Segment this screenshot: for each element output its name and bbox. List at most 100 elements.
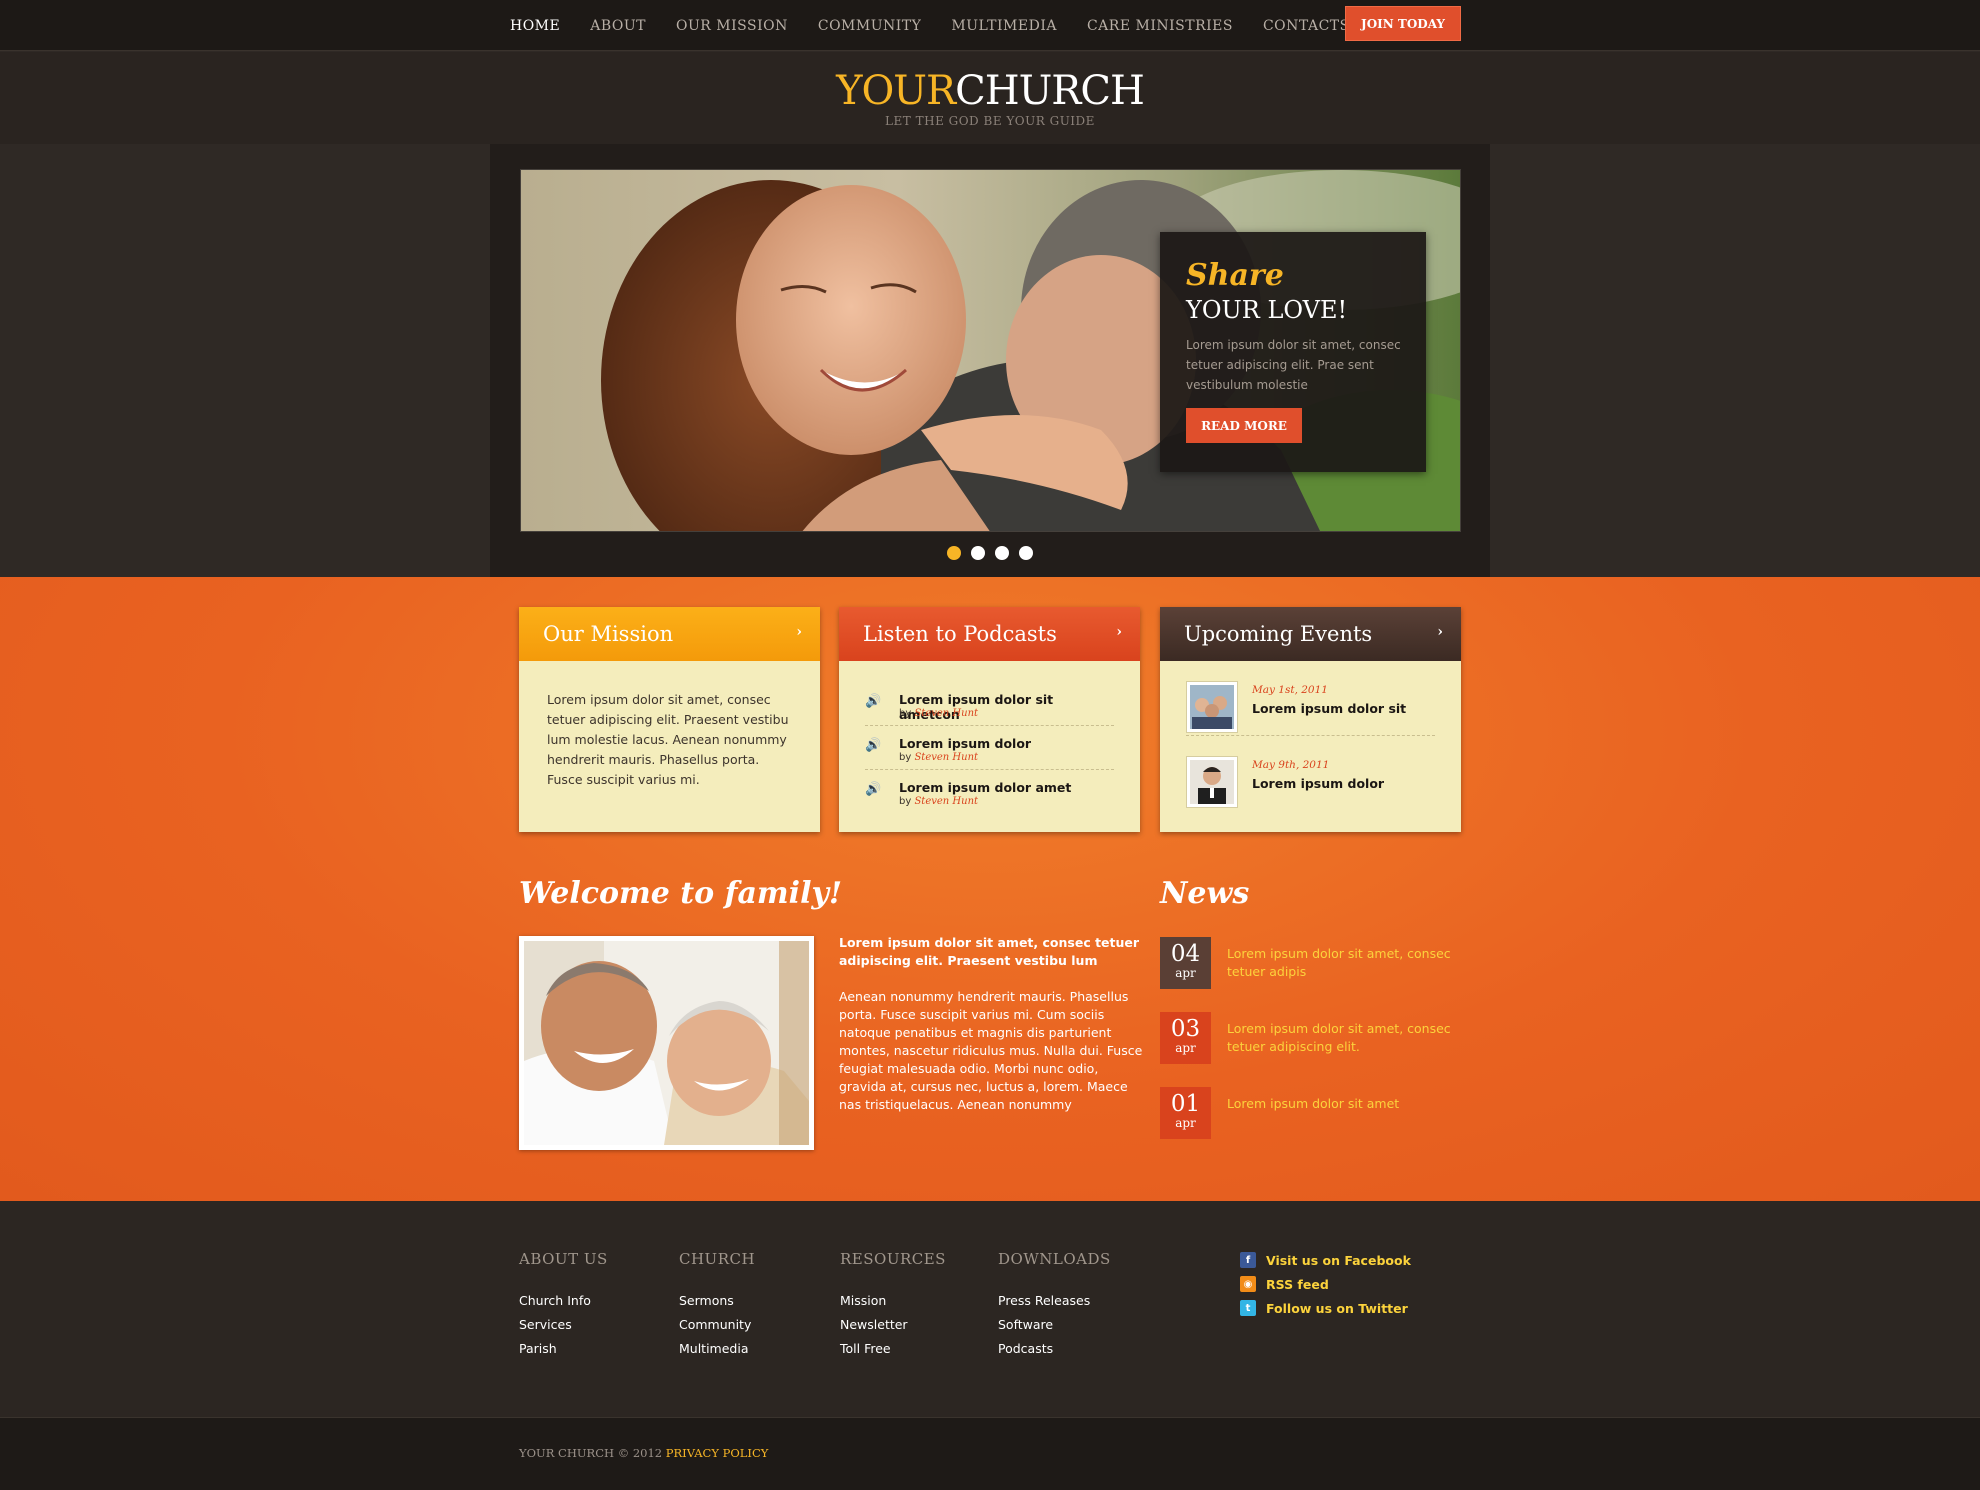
chevron-right-icon: ›	[796, 624, 802, 640]
our-mission-title: Our Mission	[543, 622, 674, 646]
footer-link[interactable]: Parish	[519, 1337, 608, 1361]
footer-link[interactable]: Podcasts	[998, 1337, 1111, 1361]
speaker-icon: 🔊	[865, 694, 882, 709]
podcast-byline: by Steven Hunt	[899, 708, 979, 719]
facebook-icon: f	[1240, 1252, 1256, 1268]
welcome-photo	[519, 936, 814, 1150]
privacy-policy-link[interactable]: PRIVACY POLICY	[666, 1446, 769, 1460]
welcome-text: Lorem ipsum dolor sit amet, consec tetue…	[839, 934, 1144, 1132]
news-day: 03	[1170, 1016, 1201, 1042]
footer-column-about: ABOUT US Church Info Services Parish	[519, 1250, 608, 1361]
news-link[interactable]: Lorem ipsum dolor sit amet, consec tetue…	[1227, 945, 1457, 981]
slider-dot-2[interactable]	[971, 546, 985, 560]
twitter-icon: t	[1240, 1300, 1256, 1316]
news-item[interactable]: 04 apr Lorem ipsum dolor sit amet, conse…	[1160, 937, 1460, 989]
event-title: Lorem ipsum dolor sit	[1252, 701, 1407, 716]
podcast-author: Steven Hunt	[914, 708, 979, 719]
copyright: YOUR CHURCH © 2012 PRIVACY POLICY	[519, 1446, 768, 1460]
slider-dot-1[interactable]	[947, 546, 961, 560]
facebook-link[interactable]: f Visit us on Facebook	[1240, 1248, 1411, 1272]
news-heading: News	[1160, 876, 1250, 911]
footer-link[interactable]: Services	[519, 1313, 608, 1337]
slider-title-share: Share	[1186, 258, 1284, 293]
main-nav: HOME ABOUT OUR MISSION COMMUNITY MULTIME…	[510, 0, 1380, 51]
footer-heading: RESOURCES	[840, 1250, 946, 1268]
footer	[0, 1201, 1980, 1417]
news-link[interactable]: Lorem ipsum dolor sit amet, consec tetue…	[1227, 1020, 1457, 1056]
events-header[interactable]: Upcoming Events ›	[1160, 607, 1461, 661]
footer-link[interactable]: Sermons	[679, 1289, 755, 1313]
footer-column-church: CHURCH Sermons Community Multimedia	[679, 1250, 755, 1361]
footer-heading: CHURCH	[679, 1250, 756, 1268]
event-item[interactable]: May 1st, 2011 Lorem ipsum dolor sit	[1186, 661, 1435, 736]
slider-text: Lorem ipsum dolor sit amet, consec tetue…	[1186, 338, 1401, 392]
our-mission-text: Lorem ipsum dolor sit amet, consec tetue…	[547, 692, 789, 787]
nav-contacts[interactable]: CONTACTS	[1263, 18, 1350, 34]
news-month: apr	[1175, 966, 1196, 980]
footer-column-downloads: DOWNLOADS Press Releases Software Podcas…	[998, 1250, 1111, 1361]
welcome-lead: Lorem ipsum dolor sit amet, consec tetue…	[839, 935, 1140, 968]
podcast-byline: by Steven Hunt	[899, 752, 979, 763]
news-date-badge: 01 apr	[1160, 1087, 1211, 1139]
podcasts-title: Listen to Podcasts	[863, 622, 1057, 646]
event-item[interactable]: May 9th, 2011 Lorem ipsum dolor	[1186, 736, 1435, 811]
event-title: Lorem ipsum dolor	[1252, 776, 1385, 791]
nav-about[interactable]: ABOUT	[590, 18, 646, 34]
podcast-author: Steven Hunt	[914, 796, 979, 807]
nav-home[interactable]: HOME	[510, 18, 560, 34]
twitter-link[interactable]: t Follow us on Twitter	[1240, 1296, 1411, 1320]
podcast-item[interactable]: 🔊 Lorem ipsum dolor amet by Steven Hunt	[865, 770, 1114, 814]
rss-label: RSS feed	[1266, 1276, 1329, 1292]
news-date-badge: 04 apr	[1160, 937, 1211, 989]
social-links: f Visit us on Facebook ◉ RSS feed t Foll…	[1240, 1248, 1411, 1320]
podcast-item[interactable]: 🔊 Lorem ipsum dolor by Steven Hunt	[865, 726, 1114, 770]
chevron-right-icon: ›	[1437, 624, 1443, 640]
footer-link[interactable]: Church Info	[519, 1289, 608, 1313]
footer-link[interactable]: Community	[679, 1313, 755, 1337]
events-card: Upcoming Events › May 1st, 2011 Lorem ip…	[1160, 607, 1461, 832]
twitter-label: Follow us on Twitter	[1266, 1300, 1408, 1316]
nav-care-ministries[interactable]: CARE MINISTRIES	[1087, 18, 1233, 34]
slider-dot-3[interactable]	[995, 546, 1009, 560]
news-month: apr	[1175, 1041, 1196, 1055]
event-date: May 9th, 2011	[1252, 759, 1330, 771]
slider-pagination	[947, 546, 1043, 560]
nav-our-mission[interactable]: OUR MISSION	[676, 18, 788, 34]
welcome-body: Aenean nonummy hendrerit mauris. Phasell…	[839, 989, 1143, 1112]
our-mission-card: Our Mission › Lorem ipsum dolor sit amet…	[519, 607, 820, 832]
join-today-button[interactable]: JOIN TODAY	[1345, 6, 1461, 41]
podcasts-header[interactable]: Listen to Podcasts ›	[839, 607, 1140, 661]
read-more-button[interactable]: READ MORE	[1186, 408, 1302, 443]
nav-multimedia[interactable]: MULTIMEDIA	[951, 18, 1057, 34]
nav-community[interactable]: COMMUNITY	[818, 18, 922, 34]
footer-link[interactable]: Toll Free	[840, 1337, 946, 1361]
our-mission-header[interactable]: Our Mission ›	[519, 607, 820, 661]
podcast-title: Lorem ipsum dolor amet	[899, 780, 1072, 795]
news-day: 01	[1170, 1091, 1201, 1117]
chevron-right-icon: ›	[1116, 624, 1122, 640]
logo-church: CHURCH	[955, 68, 1145, 114]
podcast-byline: by Steven Hunt	[899, 796, 979, 807]
logo-your: YOUR	[836, 68, 956, 114]
logo[interactable]: YOURCHURCH	[0, 68, 1980, 114]
facebook-label: Visit us on Facebook	[1266, 1252, 1411, 1268]
footer-link[interactable]: Newsletter	[840, 1313, 946, 1337]
podcast-title: Lorem ipsum dolor	[899, 736, 1032, 751]
speaker-icon: 🔊	[865, 738, 882, 753]
news-item[interactable]: 01 apr Lorem ipsum dolor sit amet	[1160, 1087, 1460, 1139]
rss-link[interactable]: ◉ RSS feed	[1240, 1272, 1411, 1296]
event-thumbnail	[1186, 681, 1238, 733]
tagline: LET THE GOD BE YOUR GUIDE	[885, 114, 1095, 128]
news-link[interactable]: Lorem ipsum dolor sit amet	[1227, 1095, 1457, 1113]
footer-heading: ABOUT US	[519, 1250, 608, 1268]
news-date-badge: 03 apr	[1160, 1012, 1211, 1064]
footer-link[interactable]: Mission	[840, 1289, 946, 1313]
footer-link[interactable]: Multimedia	[679, 1337, 755, 1361]
podcast-item[interactable]: 🔊 Lorem ipsum dolor sit ametcon by Steve…	[865, 682, 1114, 726]
footer-link[interactable]: Software	[998, 1313, 1111, 1337]
news-item[interactable]: 03 apr Lorem ipsum dolor sit amet, conse…	[1160, 1012, 1460, 1064]
welcome-heading: Welcome to family!	[519, 876, 843, 911]
slider-dot-4[interactable]	[1019, 546, 1033, 560]
footer-link[interactable]: Press Releases	[998, 1289, 1111, 1313]
copyright-text: YOUR CHURCH © 2012	[519, 1446, 663, 1460]
